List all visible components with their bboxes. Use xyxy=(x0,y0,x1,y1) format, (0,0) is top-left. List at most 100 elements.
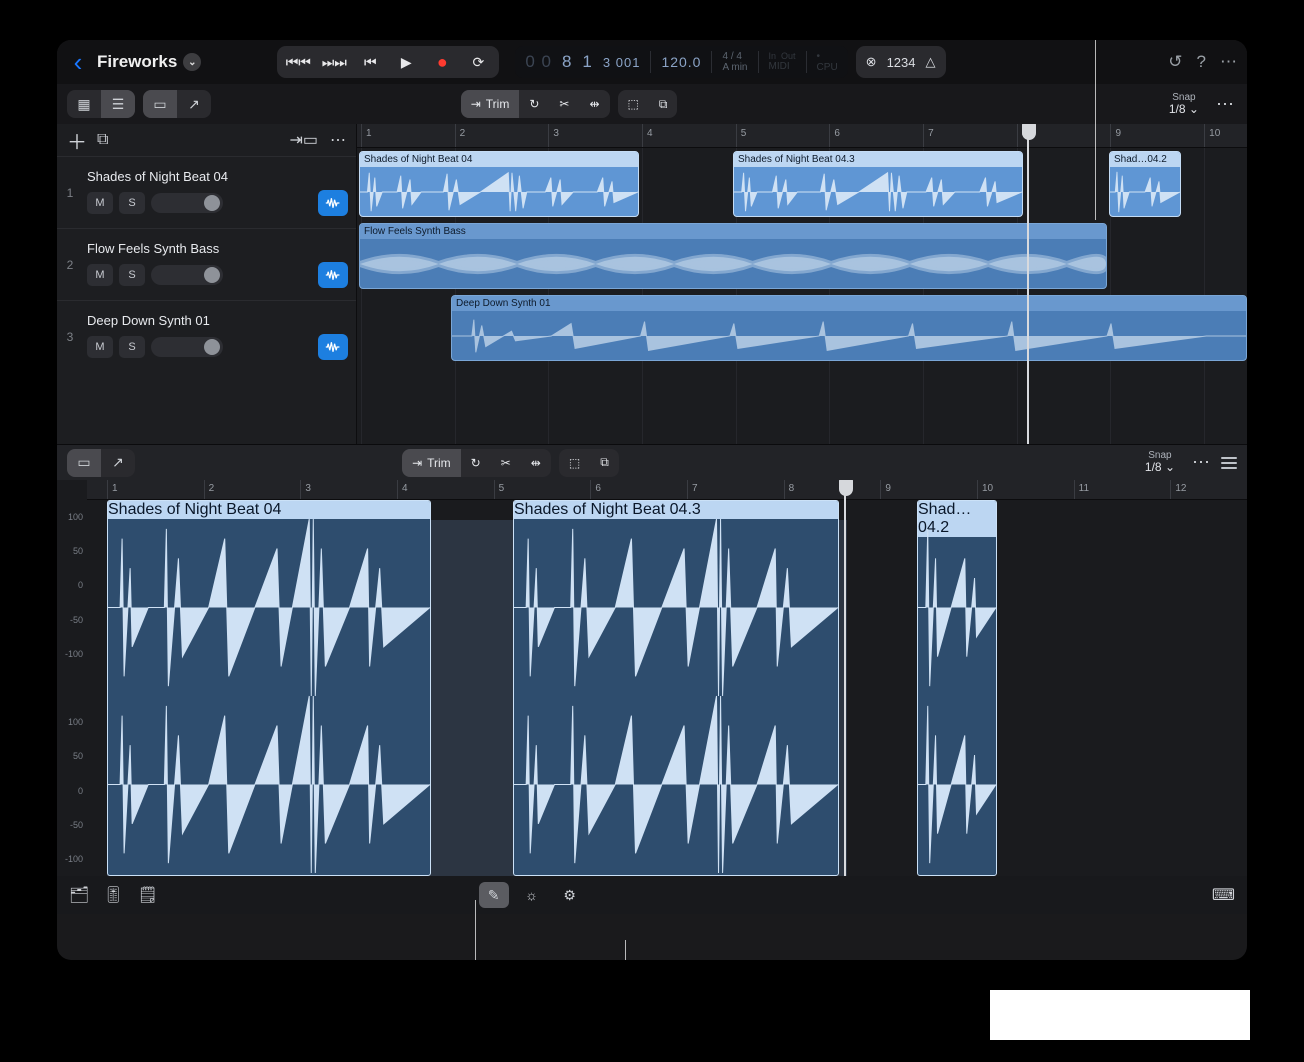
import-button[interactable]: ⇥▭ xyxy=(289,130,318,150)
fast-forward-button[interactable]: ⏭⏭ xyxy=(317,48,351,76)
editor-audio-region[interactable]: Shad…04.2 xyxy=(917,500,997,876)
region-label: Flow Feels Synth Bass xyxy=(360,224,1106,239)
ruler-tick: 12 xyxy=(1170,480,1186,499)
audio-region[interactable]: Shades of Night Beat 04.3 xyxy=(733,151,1023,217)
solo-button[interactable]: S xyxy=(119,264,145,286)
audio-region[interactable]: Shades of Night Beat 04 xyxy=(359,151,639,217)
split-tool-button[interactable]: ✂ xyxy=(549,90,579,118)
copy-tool-button[interactable]: ⧉ xyxy=(649,90,678,118)
automation-view-button[interactable]: ↗ xyxy=(177,90,211,118)
mute-button[interactable]: M xyxy=(87,264,113,286)
lcd-cpu: CPU xyxy=(817,62,838,73)
pencil-tool-button[interactable]: ✎ xyxy=(479,882,509,908)
playhead[interactable] xyxy=(1027,124,1029,444)
track-number: 2 xyxy=(61,258,79,272)
track-type-audio-icon[interactable] xyxy=(318,262,348,288)
list-view-button[interactable]: ☰ xyxy=(101,90,135,118)
keyboard-icon[interactable]: ⌨ xyxy=(1212,885,1235,905)
back-button[interactable]: ‹ xyxy=(67,47,89,78)
db-scale-label: -50 xyxy=(70,615,83,625)
duplicate-track-button[interactable]: ⧉ xyxy=(97,131,108,149)
track-header[interactable]: 1 Shades of Night Beat 04 M S xyxy=(57,156,356,228)
track-header[interactable]: 3 Deep Down Synth 01 M S xyxy=(57,300,356,372)
volume-slider[interactable] xyxy=(151,265,223,285)
region-view-button[interactable]: ▭ xyxy=(143,90,177,118)
marquee-tool-button[interactable]: ⬚ xyxy=(618,90,649,118)
loop-tool-button[interactable]: ↻ xyxy=(519,90,549,118)
project-menu-chevron-icon[interactable]: ⌄ xyxy=(183,53,201,71)
callout-line xyxy=(1095,40,1096,220)
trim-tool-button[interactable]: ⇥ Trim xyxy=(461,90,520,118)
editor-audio-region[interactable]: Shades of Night Beat 04 xyxy=(107,500,431,876)
editor-audio-region[interactable]: Shades of Night Beat 04.3 xyxy=(513,500,839,876)
editor-automation-view-button[interactable]: ↗ xyxy=(101,449,135,477)
mixer-icon[interactable]: 🎚 xyxy=(103,885,123,905)
editor-join-tool-button[interactable]: ⇹ xyxy=(521,449,551,477)
callout-line xyxy=(475,900,476,960)
track-header[interactable]: 2 Flow Feels Synth Bass M S xyxy=(57,228,356,300)
playhead-handle-icon[interactable] xyxy=(1022,124,1036,140)
track-type-audio-icon[interactable] xyxy=(318,190,348,216)
editor-drag-handle-icon[interactable] xyxy=(1221,457,1237,469)
editor-snap-control[interactable]: Snap 1/8 ⌄ xyxy=(1145,450,1181,474)
region-label: Shades of Night Beat 04 xyxy=(360,152,638,167)
settings-sliders-button[interactable]: ⚙ xyxy=(555,882,585,908)
volume-slider[interactable] xyxy=(151,337,223,357)
smart-tempo-button[interactable]: ☼ xyxy=(517,882,547,908)
help-icon[interactable]: ? xyxy=(1197,52,1206,72)
project-title-text: Fireworks xyxy=(97,52,177,72)
editor-more-icon[interactable]: ⋯ xyxy=(1189,452,1213,473)
join-tool-button[interactable]: ⇹ xyxy=(579,90,609,118)
replace-icon[interactable]: ⊗ xyxy=(866,54,877,70)
editor-region-view-button[interactable]: ▭ xyxy=(67,449,101,477)
region-label: Shad…04.2 xyxy=(1110,152,1180,167)
library-icon[interactable]: 🗂 xyxy=(69,885,89,905)
editor-split-tool-button[interactable]: ✂ xyxy=(491,449,521,477)
view-mode-segment: ▦ ☰ xyxy=(67,90,135,118)
region-label: Shades of Night Beat 04.3 xyxy=(514,501,838,519)
cycle-button[interactable]: ⟳ xyxy=(461,48,495,76)
editor-trim-tool-button[interactable]: ⇥ Trim xyxy=(402,449,461,477)
audio-region[interactable]: Flow Feels Synth Bass xyxy=(359,223,1107,289)
play-button[interactable]: ▶ xyxy=(389,48,423,76)
editor-playhead[interactable] xyxy=(844,480,846,876)
more-menu-icon[interactable]: ⋯ xyxy=(1220,52,1237,72)
lcd-display[interactable]: 0 0 8 1 3 001 120.0 4 / 4 A min In Out M… xyxy=(515,46,847,78)
region-label: Shades of Night Beat 04.3 xyxy=(734,152,1022,167)
track-type-audio-icon[interactable] xyxy=(318,334,348,360)
add-track-button[interactable]: ＋ xyxy=(67,126,87,155)
go-to-start-button[interactable]: ⏮ xyxy=(353,48,387,76)
rewind-button[interactable]: ⏮⏮ xyxy=(281,48,315,76)
metronome-icon[interactable]: △ xyxy=(926,54,936,70)
track-name: Flow Feels Synth Bass xyxy=(87,241,348,256)
record-button[interactable]: ● xyxy=(425,48,459,76)
editor-ruler[interactable]: 123456789101112 xyxy=(87,480,1247,500)
region-label: Shades of Night Beat 04 xyxy=(108,501,430,519)
mute-button[interactable]: M xyxy=(87,192,113,214)
ruler-tick: 5 xyxy=(736,124,747,147)
audio-region[interactable]: Deep Down Synth 01 xyxy=(451,295,1247,361)
solo-button[interactable]: S xyxy=(119,336,145,358)
notes-icon[interactable]: 🗒 xyxy=(138,885,158,905)
project-title[interactable]: Fireworks ⌄ xyxy=(97,52,201,72)
timeline-ruler[interactable]: 12345678910 xyxy=(357,124,1247,148)
transport-controls: ⏮⏮ ⏭⏭ ⏮ ▶ ● ⟳ xyxy=(277,46,499,78)
lcd-key: A min xyxy=(722,62,747,73)
audio-region[interactable]: Shad…04.2 xyxy=(1109,151,1181,217)
count-in-button[interactable]: 1234 xyxy=(887,55,916,70)
solo-button[interactable]: S xyxy=(119,192,145,214)
mute-button[interactable]: M xyxy=(87,336,113,358)
undo-history-icon[interactable]: ↺ xyxy=(1168,52,1182,72)
track-options-icon[interactable]: ⋯ xyxy=(330,130,346,150)
lcd-tempo: 120.0 xyxy=(661,54,701,70)
playhead-handle-icon[interactable] xyxy=(839,480,853,496)
volume-slider[interactable] xyxy=(151,193,223,213)
grid-view-button[interactable]: ▦ xyxy=(67,90,101,118)
editor-marquee-tool-button[interactable]: ⬚ xyxy=(559,449,590,477)
toolbar-more-icon[interactable]: ⋯ xyxy=(1213,94,1237,115)
track-number: 1 xyxy=(61,186,79,200)
snap-control[interactable]: Snap 1/8 ⌄ xyxy=(1169,92,1205,116)
editor-copy-tool-button[interactable]: ⧉ xyxy=(590,449,619,477)
lcd-bar-pad: 0 0 xyxy=(525,52,552,72)
editor-loop-tool-button[interactable]: ↻ xyxy=(461,449,491,477)
